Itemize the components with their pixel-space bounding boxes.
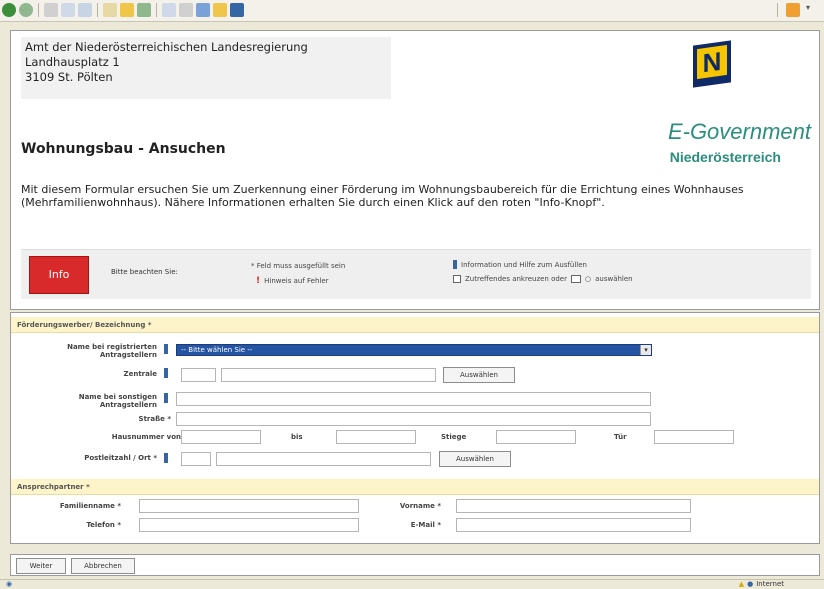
help-marker-icon[interactable] [164,368,168,378]
select-city-button[interactable]: Auswählen [439,451,511,467]
stop-icon[interactable] [44,3,58,17]
legend-checkbox: Zutreffendes ankreuzen oder ○ auswählen [453,275,633,283]
legend-checkbox-text: Zutreffendes ankreuzen oder [465,275,567,283]
next-button[interactable]: Weiter [16,558,66,574]
street-field[interactable] [176,412,651,426]
windows-logo-icon [786,3,800,17]
label-zip: Postleitzahl / Ort * [84,454,157,462]
search-icon[interactable] [103,3,117,17]
zentrale-code-field[interactable] [181,368,216,382]
form-actions: Weiter Abbrechen [10,554,820,576]
firstname-field[interactable] [456,499,691,513]
city-field[interactable] [216,452,431,466]
warning-icon: ▲ [738,580,745,588]
select-value: -- Bitte wählen Sie -- [181,346,253,354]
page-title: Wohnungsbau - Ansuchen [21,141,226,157]
page-status-icon: ◉ [6,580,13,588]
zone-label: Internet [756,580,784,588]
noe-logo: N [693,40,731,88]
dropdown-sample-icon [571,275,581,283]
toolbar-right: ▾ [775,3,820,17]
status-bar: ◉ ▲ ● Internet [0,579,824,589]
door-field[interactable] [654,430,734,444]
mail-icon[interactable] [162,3,176,17]
legend-error: ! Hinweis auf Fehler [256,276,329,286]
legend-required: * Feld muss ausgefüllt sein [251,262,345,270]
help-marker-icon[interactable] [164,344,168,354]
phone-field[interactable] [139,518,359,532]
label-other-applicant: Name bei sonstigen Antragstellern [78,393,157,409]
label-street: Straße * [138,415,171,423]
abort-button[interactable]: Abbrechen [71,558,135,574]
label-housenumber: Hausnummer von [111,433,181,441]
back-icon[interactable] [2,3,16,17]
separator [97,3,98,17]
info-button[interactable]: Info [29,256,89,294]
registered-applicant-select[interactable]: -- Bitte wählen Sie -- ▾ [176,344,652,356]
label-email: E-Mail * [410,521,441,529]
print-icon[interactable] [179,3,193,17]
security-zone: ▲ ● Internet [739,580,784,588]
help-marker-icon[interactable] [164,393,168,403]
section-applicant-title: Förderungswerber/ Bezeichnung * [11,317,819,333]
zip-field[interactable] [181,452,211,466]
label-floor: Stiege [441,433,467,441]
separator [156,3,157,17]
toolbar-icons [2,3,244,17]
bluetooth-icon[interactable] [230,3,244,17]
legend-required-text: * Feld muss ausgefüllt sein [251,262,346,270]
address-block: Amt der Niederösterreichischen Landesreg… [21,37,391,99]
select-zentrale-button[interactable]: Auswählen [443,367,515,383]
label-firstname: Vorname * [399,502,441,510]
logo-letter: N [697,44,727,80]
legend-error-text: Hinweis auf Fehler [264,277,329,285]
label-lastname: Familienname * [59,502,121,510]
label-phone: Telefon * [86,521,121,529]
label-zentrale: Zentrale [123,370,157,378]
egov-subtitle: Niederösterreich [669,149,781,165]
label-door: Tür [614,433,627,441]
address-line-2: Landhausplatz 1 [25,55,120,69]
legend-select-text: auswählen [595,275,633,283]
housenumber-from-field[interactable] [181,430,261,444]
section-contact-title: Ansprechpartner * [11,479,819,495]
help-marker-icon [453,260,457,269]
chevron-down-icon[interactable]: ▾ [806,3,820,17]
forward-icon[interactable] [19,3,33,17]
separator [38,3,39,17]
history-icon[interactable] [137,3,151,17]
edit-icon[interactable] [196,3,210,17]
refresh-icon[interactable] [61,3,75,17]
address-line-1: Amt der Niederösterreichischen Landesreg… [25,40,308,54]
legend-help-text: Information und Hilfe zum Ausfüllen [461,260,587,269]
lastname-field[interactable] [139,499,359,513]
chevron-down-icon[interactable]: ▾ [640,345,651,355]
exclamation-icon: ! [256,276,261,286]
email-field[interactable] [456,518,691,532]
messenger-icon[interactable] [213,3,227,17]
globe-icon: ● [747,580,754,588]
note-label: Bitte beachten Sie: [111,268,178,276]
checkbox-icon [453,275,461,283]
separator [777,3,778,17]
home-icon[interactable] [78,3,92,17]
address-line-3: 3109 St. Pölten [25,70,113,84]
egov-title: E-Government [667,119,811,144]
help-marker-icon[interactable] [164,453,168,463]
other-applicant-field[interactable] [176,392,651,406]
intro-text: Mit diesem Formular ersuchen Sie um Zuer… [21,183,744,209]
floor-field[interactable] [496,430,576,444]
application-form: Förderungswerber/ Bezeichnung * Name bei… [10,312,820,544]
label-to: bis [291,433,303,441]
page-content: Amt der Niederösterreichischen Landesreg… [10,30,820,310]
housenumber-to-field[interactable] [336,430,416,444]
radio-icon: ○ [585,275,592,283]
favorites-icon[interactable] [120,3,134,17]
info-panel: Info Bitte beachten Sie: * Feld muss aus… [21,249,811,299]
zentrale-name-field[interactable] [221,368,436,382]
label-registered: Name bei registrierten Antragstellern [67,343,157,359]
legend-help: Information und Hilfe zum Ausfüllen [453,260,587,269]
browser-toolbar: ▾ [0,0,824,22]
